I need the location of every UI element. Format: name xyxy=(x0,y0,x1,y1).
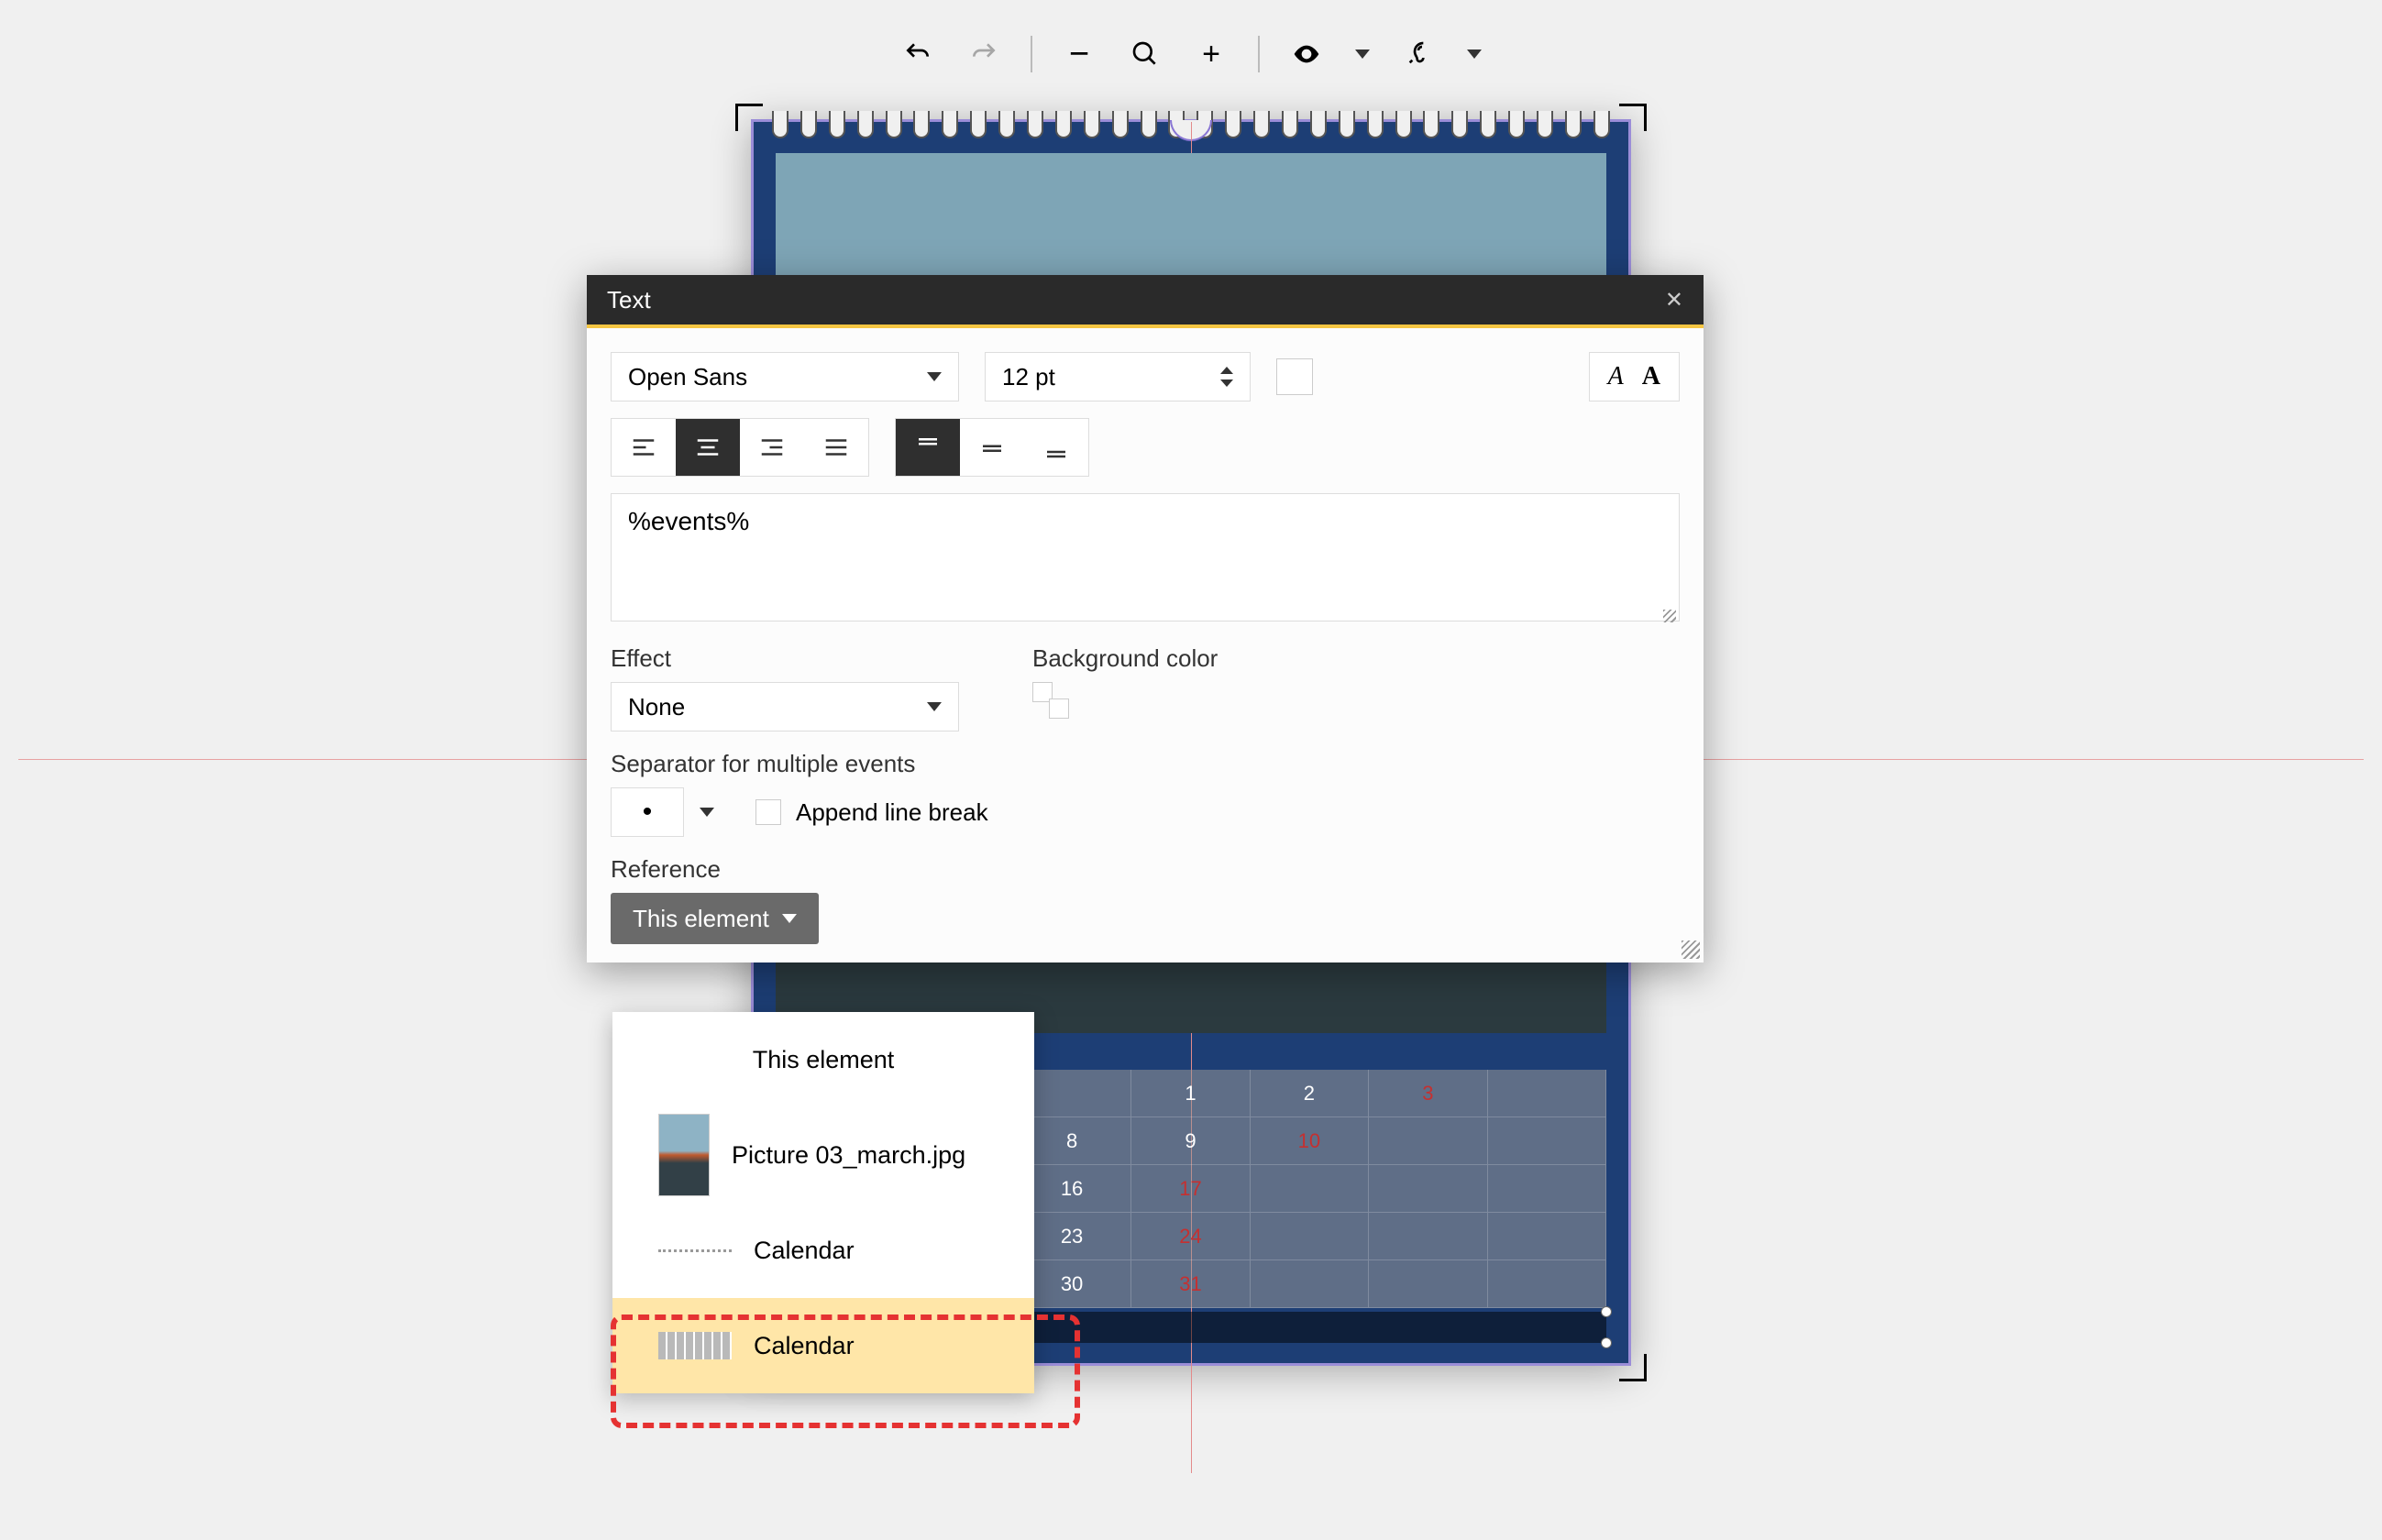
align-right-button[interactable] xyxy=(740,419,804,476)
ref-option-label: Calendar xyxy=(754,1332,855,1360)
reference-label: Reference xyxy=(611,855,1680,884)
valign-top-button[interactable] xyxy=(896,419,960,476)
reference-dropdown-menu: This element Picture 03_march.jpg Calend… xyxy=(612,1012,1034,1393)
dialog-titlebar[interactable]: Text ✕ xyxy=(587,275,1704,324)
effect-select[interactable]: None xyxy=(611,682,959,732)
append-linebreak-checkbox[interactable] xyxy=(755,799,781,825)
dialog-title: Text xyxy=(607,286,651,314)
resize-grip[interactable] xyxy=(1663,610,1676,622)
chevron-down-icon xyxy=(782,914,797,923)
ref-option-picture[interactable]: Picture 03_march.jpg xyxy=(612,1107,1034,1203)
dialog-resize-grip[interactable] xyxy=(1682,940,1700,959)
bg-color-swatch[interactable] xyxy=(1032,682,1069,719)
separator-picker[interactable]: • xyxy=(611,787,730,837)
redo-button[interactable] xyxy=(965,35,1003,73)
font-color-swatch[interactable] xyxy=(1276,358,1313,395)
align-justify-button[interactable] xyxy=(804,419,868,476)
zoom-in-button[interactable]: + xyxy=(1192,35,1230,73)
reference-button[interactable]: This element xyxy=(611,893,819,944)
separator-label: Separator for multiple events xyxy=(611,750,1680,778)
ref-option-label: This element xyxy=(753,1046,895,1074)
toolbar-separator xyxy=(1258,36,1260,72)
picture-thumb-icon xyxy=(658,1114,710,1196)
preview-button[interactable] xyxy=(1287,35,1326,73)
separator-value: • xyxy=(611,787,684,837)
valign-middle-button[interactable] xyxy=(960,419,1024,476)
chevron-down-icon xyxy=(927,372,942,381)
selection-handle[interactable] xyxy=(1601,1337,1612,1348)
chevron-down-icon xyxy=(927,702,942,711)
close-icon[interactable]: ✕ xyxy=(1665,287,1683,314)
v-align-group xyxy=(895,418,1089,477)
align-center-button[interactable] xyxy=(676,419,740,476)
append-linebreak-label: Append line break xyxy=(796,798,988,827)
font-style-group: A A xyxy=(1589,352,1680,402)
separator-dropdown[interactable] xyxy=(684,787,730,837)
undo-button[interactable] xyxy=(899,35,937,73)
text-dialog: Text ✕ Open Sans 12 pt A A xyxy=(587,275,1704,962)
ref-option-label: Picture 03_march.jpg xyxy=(732,1141,965,1170)
text-content-textarea[interactable] xyxy=(611,493,1680,622)
crop-mark xyxy=(1619,1354,1647,1381)
h-align-group xyxy=(611,418,869,477)
reference-value: This element xyxy=(633,905,769,933)
font-size-spinner[interactable] xyxy=(1220,367,1233,387)
hearing-button[interactable] xyxy=(1399,35,1438,73)
font-family-select[interactable]: Open Sans xyxy=(611,352,959,402)
effect-value: None xyxy=(628,693,685,721)
zoom-out-button[interactable]: − xyxy=(1060,35,1098,73)
preview-dropdown[interactable] xyxy=(1353,35,1372,73)
top-toolbar: − + xyxy=(899,35,1483,73)
selection-handle[interactable] xyxy=(1601,1306,1612,1317)
calendar-dots-icon xyxy=(658,1249,732,1252)
font-size-value: 12 pt xyxy=(1002,363,1055,391)
italic-button[interactable]: A xyxy=(1608,362,1624,391)
effect-label: Effect xyxy=(611,644,959,673)
zoom-fit-button[interactable] xyxy=(1126,35,1164,73)
align-left-button[interactable] xyxy=(612,419,676,476)
ref-option-calendar-1[interactable]: Calendar xyxy=(612,1203,1034,1298)
font-size-input[interactable]: 12 pt xyxy=(985,352,1251,402)
hearing-dropdown[interactable] xyxy=(1465,35,1483,73)
ref-option-calendar-2[interactable]: Calendar xyxy=(612,1298,1034,1393)
font-family-value: Open Sans xyxy=(628,363,747,391)
toolbar-separator xyxy=(1031,36,1032,72)
crop-mark xyxy=(1619,104,1647,131)
ref-option-this-element[interactable]: This element xyxy=(612,1012,1034,1107)
bg-color-label: Background color xyxy=(1032,644,1218,673)
crop-mark xyxy=(735,104,763,131)
ref-option-label: Calendar xyxy=(754,1237,855,1265)
valign-bottom-button[interactable] xyxy=(1024,419,1088,476)
calendar-bars-icon xyxy=(658,1332,732,1359)
bold-button[interactable]: A xyxy=(1642,362,1660,391)
